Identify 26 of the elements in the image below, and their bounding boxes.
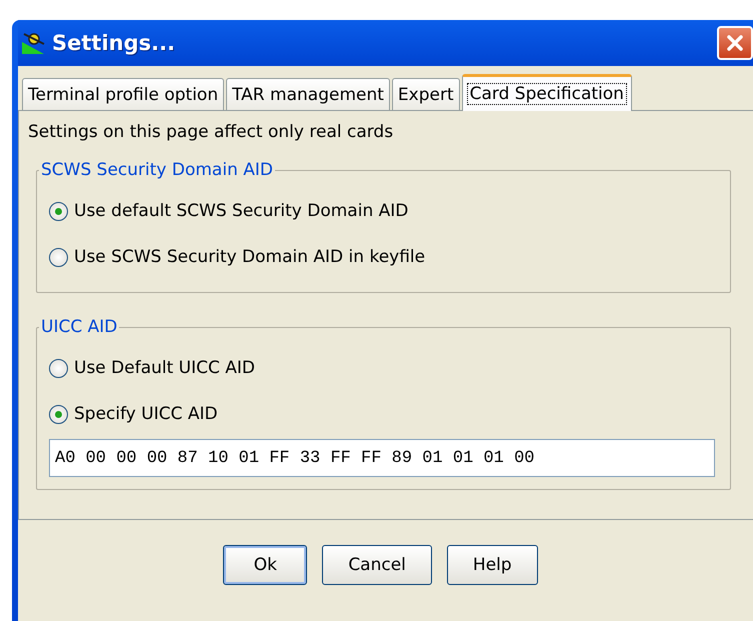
radio-button[interactable] <box>49 404 68 424</box>
radio-label: Specify UICC AID <box>74 404 218 424</box>
radio-button[interactable] <box>49 248 68 266</box>
radio-label: Use default SCWS Security Domain AID <box>74 201 408 221</box>
tab[interactable]: Terminal profile option <box>22 78 224 110</box>
info-text: Settings on this page affect only real cards <box>28 122 394 142</box>
dialog-button[interactable]: Cancel <box>322 545 432 585</box>
radio-option[interactable]: Use Default UICC AID <box>49 345 715 391</box>
radio-option[interactable]: Specify UICC AID <box>49 391 715 437</box>
radio-label: Use SCWS Security Domain AID in keyfile <box>74 247 426 267</box>
close-button[interactable] <box>717 26 753 60</box>
radio-option[interactable]: Use SCWS Security Domain AID in keyfile <box>49 234 715 280</box>
group-title: UICC AID <box>40 317 118 337</box>
dialog-button[interactable]: Ok <box>223 545 308 585</box>
radio-label: Use Default UICC AID <box>74 358 256 378</box>
tab[interactable]: TAR management <box>226 78 390 110</box>
radio-option[interactable]: Use default SCWS Security Domain AID <box>49 188 715 234</box>
radio-button[interactable] <box>49 358 68 378</box>
radio-button[interactable] <box>49 202 68 220</box>
input-field[interactable]: A0 00 00 00 87 10 01 FF 33 FF FF 89 01 01 01 00 <box>49 439 715 477</box>
tab[interactable]: Expert <box>392 78 460 110</box>
window-title: Settings... <box>52 31 176 55</box>
dialog-button[interactable]: Help <box>446 545 538 585</box>
group-title: SCWS Security Domain AID <box>40 160 274 180</box>
tab[interactable]: Card Specification <box>462 74 632 111</box>
close-icon <box>724 32 746 54</box>
